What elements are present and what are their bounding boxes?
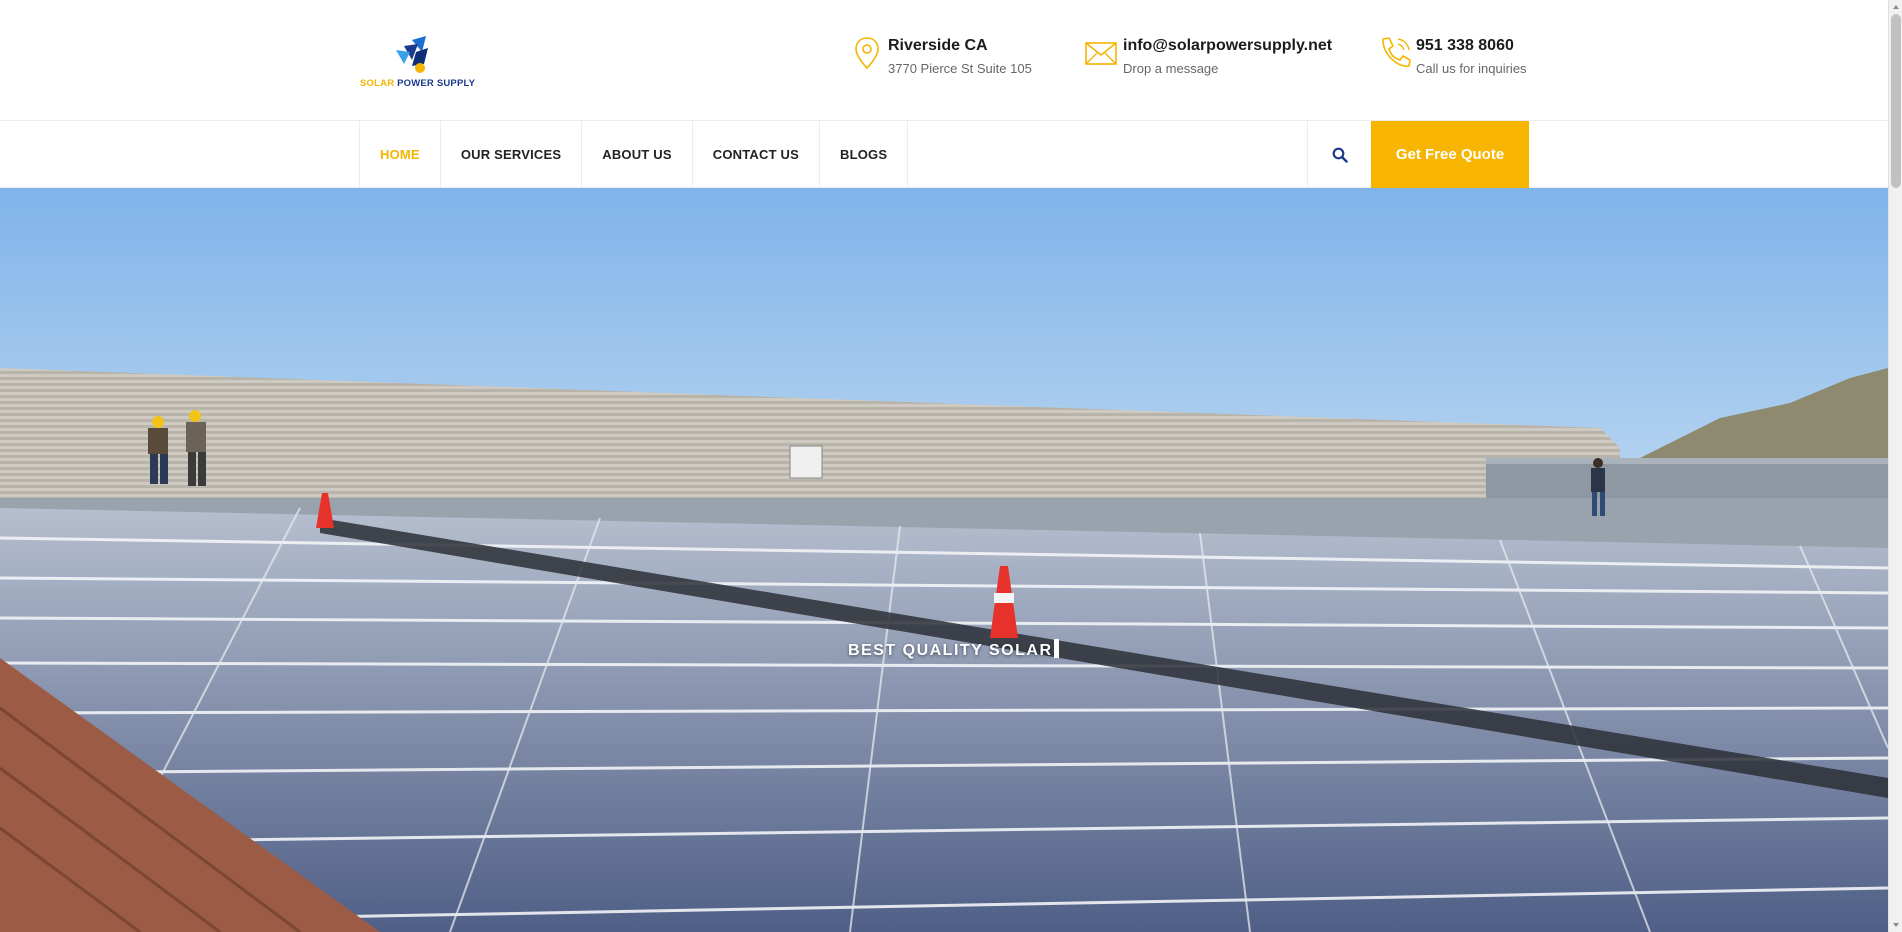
main-nav: HOME OUR SERVICES ABOUT US CONTACT US BL… [359,121,909,188]
logo-text: SOLAR POWER SUPPLY [360,78,475,89]
contact-phone-subtitle: Call us for inquiries [1416,61,1527,76]
main-navbar: HOME OUR SERVICES ABOUT US CONTACT US BL… [0,121,1888,188]
nav-item-about-us[interactable]: ABOUT US [582,121,693,188]
scrollbar-thumb[interactable] [1891,14,1901,188]
hero-caption: BEST QUALITY SOLAR [848,639,1059,660]
contact-email-title: info@solarpowersupply.net [1123,37,1333,54]
contact-location-subtitle: 3770 Pierce St Suite 105 [888,61,1032,76]
map-pin-icon [855,37,879,70]
search-icon [1332,147,1348,163]
hero-image [0,188,1888,932]
contact-phone-title: 951 338 8060 [1416,37,1514,54]
logo-word-solar: SOLAR [360,78,395,89]
site-logo[interactable]: SOLAR POWER SUPPLY [360,34,480,90]
nav-item-blogs[interactable]: BLOGS [820,121,909,188]
contact-email-subtitle: Drop a message [1123,61,1219,76]
hero-caption-text: BEST QUALITY SOLAR [848,642,1053,659]
top-header: SOLAR POWER SUPPLY Riverside CA 3770 Pie… [0,0,1888,121]
page-scrollbar[interactable] [1888,0,1902,932]
typing-caret [1053,639,1059,658]
page: SOLAR POWER SUPPLY Riverside CA 3770 Pie… [0,0,1902,932]
scroll-up-arrow-icon[interactable] [1889,0,1902,14]
logo-mark-icon [396,36,428,73]
contact-location-title: Riverside CA [888,37,988,54]
nav-item-home[interactable]: HOME [360,121,441,188]
hero-banner: BEST QUALITY SOLAR [0,188,1888,932]
phone-icon [1382,37,1411,67]
envelope-icon [1085,42,1117,65]
get-free-quote-button[interactable]: Get Free Quote [1371,121,1529,188]
logo-word-power-supply: POWER SUPPLY [397,78,476,89]
search-button[interactable] [1307,121,1371,188]
scroll-down-arrow-icon[interactable] [1889,918,1902,932]
nav-item-our-services[interactable]: OUR SERVICES [441,121,583,188]
nav-item-contact-us[interactable]: CONTACT US [693,121,820,188]
